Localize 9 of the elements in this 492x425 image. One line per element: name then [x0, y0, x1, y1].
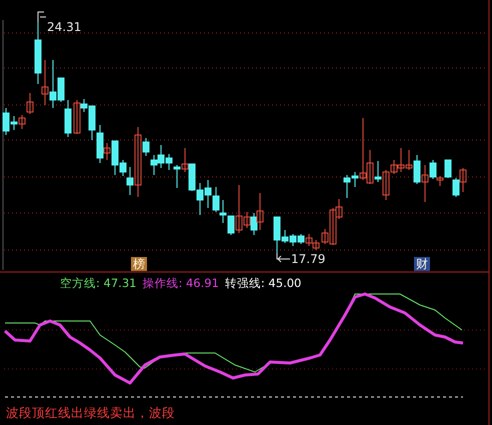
leader-line	[38, 12, 46, 22]
high-price-label: 24.31	[47, 20, 82, 34]
low-price-label: 17.79	[291, 252, 326, 266]
legend-label: 空方线: 47.31	[60, 276, 136, 291]
legend-label: 转强线: 45.00	[224, 276, 302, 291]
event-marker[interactable]: 财	[414, 257, 430, 271]
leader-line	[276, 252, 290, 262]
signal-description: 波段顶红线出绿线卖出，波段	[6, 405, 175, 422]
legend-label: 操作线: 46.91	[142, 276, 219, 291]
